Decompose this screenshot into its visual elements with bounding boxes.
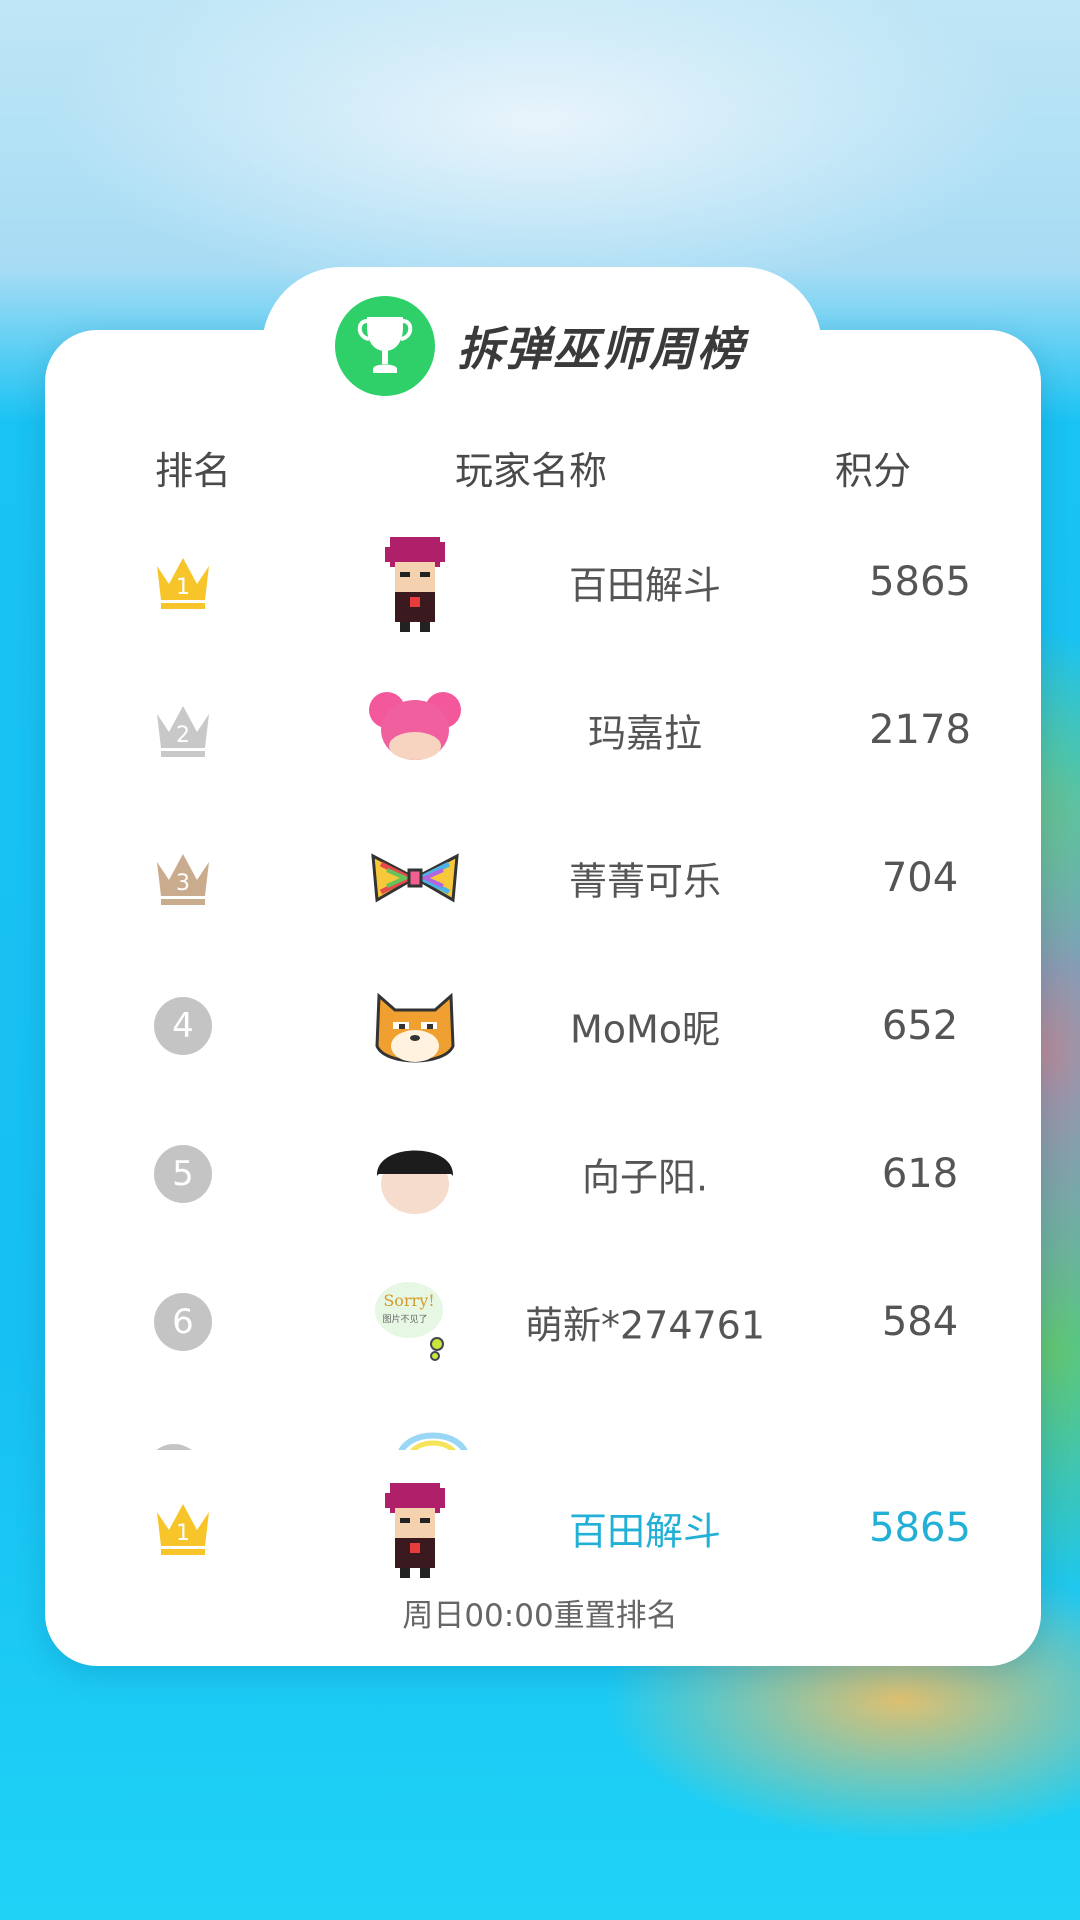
player-score: 584: [881, 1299, 959, 1345]
column-header-player: 玩家名称: [455, 449, 608, 493]
leaderboard-row[interactable]: 5 向子阳. 618: [45, 1100, 1041, 1248]
leaderboard-row[interactable]: 6 Sorry! 图片不见了 萌新*274761 584: [45, 1248, 1041, 1396]
player-score: 618: [881, 1151, 959, 1197]
leaderboard-row[interactable]: 1 百田解斗 5865: [45, 508, 1041, 656]
rank-number: 4: [154, 997, 212, 1055]
trophy-icon: [335, 296, 435, 396]
gold-crown-icon: 1: [145, 1490, 221, 1566]
rank-badge: 4: [145, 988, 221, 1064]
rank-number: 1: [176, 1521, 190, 1546]
gold-crown-icon: 1: [145, 544, 221, 620]
player-name: 菁菁可乐: [568, 859, 721, 904]
rank-number: 2: [176, 723, 190, 748]
rank-number: 3: [176, 871, 190, 896]
pink-buns-avatar: [365, 680, 465, 780]
player-name: 萌新*274761: [524, 1303, 766, 1348]
column-header-rank: 排名: [155, 449, 232, 493]
my-player-score: 5865: [869, 1505, 971, 1551]
rainbow-avatar: [398, 1432, 468, 1450]
sorry-subtext: 图片不见了: [382, 1313, 427, 1325]
player-score: 5865: [869, 559, 971, 605]
player-score: 2178: [869, 707, 971, 753]
bronze-crown-icon: 3: [145, 840, 221, 916]
leaderboard-row[interactable]: 2 玛嘉拉 2178: [45, 656, 1041, 804]
reset-note: 周日00:00重置排名: [402, 1598, 678, 1634]
rank-number: 5: [154, 1145, 212, 1203]
player-score: 704: [881, 855, 959, 901]
sorry-text: Sorry!: [383, 1291, 434, 1310]
red-hair-avatar: [365, 1478, 465, 1578]
sorry-bubble-avatar: Sorry! 图片不见了: [365, 1272, 465, 1372]
rank-badge: [145, 1444, 203, 1450]
rank-number: 1: [176, 575, 190, 600]
shiba-avatar: [365, 976, 465, 1076]
rainbow-bow-avatar: [365, 828, 465, 928]
leaderboard-row[interactable]: 3 菁菁可乐 704: [45, 804, 1041, 952]
rank-badge: 5: [145, 1136, 221, 1212]
partial-row-7: [45, 1420, 1041, 1450]
silver-crown-icon: 2: [145, 692, 221, 768]
my-rank-row[interactable]: 1 百田解斗 5865: [45, 1454, 1041, 1602]
leaderboard-row[interactable]: 4 MoMo昵 652: [45, 952, 1041, 1100]
my-player-name: 百田解斗: [568, 1509, 721, 1554]
player-name: MoMo昵: [569, 1007, 721, 1052]
rank-number: 6: [154, 1293, 212, 1351]
rank-badge: 6: [145, 1284, 221, 1360]
player-name: 向子阳.: [581, 1155, 709, 1200]
player-score: 652: [881, 1003, 959, 1049]
column-header-score: 积分: [835, 449, 912, 493]
board-title: 拆弹巫师周榜: [457, 322, 745, 376]
black-hair-avatar: [365, 1124, 465, 1224]
player-name: 百田解斗: [568, 563, 721, 608]
player-name: 玛嘉拉: [587, 711, 702, 756]
red-hair-avatar: [365, 532, 465, 632]
title-bar: 拆弹巫师周榜: [0, 292, 1080, 400]
